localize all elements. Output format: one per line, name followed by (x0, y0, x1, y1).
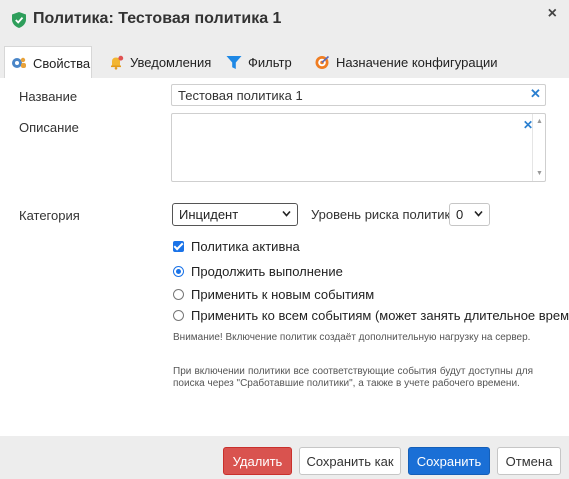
risk-level-label: Уровень риска политики (311, 207, 458, 222)
chevron-down-icon (282, 208, 291, 223)
policy-active-label: Политика активна (191, 239, 300, 254)
radio-continue-label: Продолжить выполнение (191, 264, 343, 279)
tab-config-assignment-label: Назначение конфигурации (336, 54, 498, 70)
tab-notifications-label: Уведомления (130, 54, 212, 70)
delete-button[interactable]: Удалить (223, 447, 292, 475)
policy-active-checkbox-row[interactable]: Политика активна (173, 239, 300, 254)
tab-filter-label: Фильтр (248, 54, 292, 70)
tab-properties-label: Свойства (33, 55, 91, 71)
tab-config-assignment[interactable]: Назначение конфигурации (314, 46, 498, 78)
tab-notifications[interactable]: Уведомления (108, 46, 211, 78)
load-warning-note: Внимание! Включение политик создаёт допо… (173, 332, 531, 343)
search-info-note: При включении политики все соответствующ… (173, 366, 533, 389)
properties-panel: Название Тестовая политика 1 ✕ Описание … (0, 78, 569, 436)
radio-new-events-button[interactable] (173, 289, 184, 300)
name-input[interactable]: Тестовая политика 1 (171, 84, 546, 106)
policy-active-checkbox[interactable] (173, 241, 184, 252)
gear-users-icon (11, 56, 27, 70)
scroll-up-icon[interactable]: ▲ (536, 118, 543, 125)
cancel-button[interactable]: Отмена (497, 447, 561, 475)
risk-level-value: 0 (456, 207, 464, 222)
shield-check-icon (12, 12, 26, 28)
policy-dialog: Политика: Тестовая политика 1 × Свойства (0, 0, 569, 479)
bell-icon (108, 55, 124, 70)
radio-continue[interactable]: Продолжить выполнение (173, 264, 343, 279)
radio-all-events-button[interactable] (173, 310, 184, 321)
filter-icon (226, 55, 242, 70)
name-label: Название (19, 89, 78, 104)
save-button[interactable]: Сохранить (408, 447, 490, 475)
dialog-titlebar: Политика: Тестовая политика 1 × (0, 0, 569, 38)
description-label: Описание (19, 120, 79, 135)
tab-bar: Свойства Уведомления Фильтр Назначение к… (0, 46, 569, 79)
scroll-down-icon[interactable]: ▼ (536, 170, 543, 177)
radio-continue-button[interactable] (173, 266, 184, 277)
risk-level-select[interactable]: 0 (449, 203, 490, 226)
radio-all-events[interactable]: Применить ко всем событиям (может занять… (173, 308, 569, 323)
radio-new-events[interactable]: Применить к новым событиям (173, 287, 374, 302)
category-value: Инцидент (179, 207, 239, 222)
radio-all-events-label: Применить ко всем событиям (может занять… (191, 308, 569, 323)
name-input-value: Тестовая политика 1 (178, 88, 303, 103)
clear-name-icon[interactable]: ✕ (530, 86, 541, 102)
target-icon (314, 55, 330, 70)
chevron-down-icon (474, 208, 483, 223)
tab-filter[interactable]: Фильтр (226, 46, 292, 78)
radio-new-events-label: Применить к новым событиям (191, 287, 375, 302)
description-textarea[interactable] (171, 113, 546, 182)
close-icon[interactable]: × (548, 5, 557, 23)
category-select[interactable]: Инцидент (172, 203, 298, 226)
category-label: Категория (19, 208, 80, 223)
description-scrollbar[interactable]: ▲ ▼ (532, 114, 545, 181)
save-as-button[interactable]: Сохранить как (299, 447, 401, 475)
dialog-title: Политика: Тестовая политика 1 (33, 10, 282, 27)
tab-properties[interactable]: Свойства (4, 46, 92, 79)
